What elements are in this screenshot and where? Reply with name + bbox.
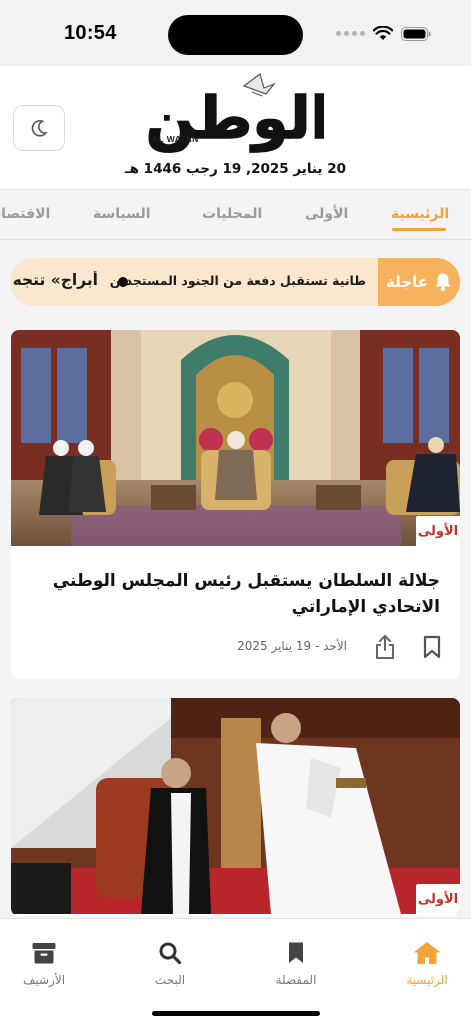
article-title[interactable]: جلالة السلطان يستقبل رئيس المجلس الوطني … — [40, 568, 440, 620]
al-watan-logo[interactable]: الوطن — [148, 72, 324, 158]
share-icon[interactable] — [374, 634, 396, 660]
dynamic-island — [168, 15, 303, 55]
bookmark-icon[interactable] — [423, 635, 441, 659]
home-indicator[interactable] — [152, 1011, 320, 1016]
archive-icon — [32, 943, 56, 964]
header-date: 20 يناير 2025, 19 رجب 1446 هـ — [124, 161, 346, 177]
article-image[interactable] — [11, 698, 460, 914]
ticker-separator — [118, 277, 128, 287]
cellular-signal-icon — [336, 31, 365, 36]
category-badge[interactable]: الأولى — [416, 516, 460, 546]
article-card[interactable]: الأولى جلالة السلطان يستقبل رئيس المجلس … — [11, 330, 460, 679]
moon-icon — [31, 119, 48, 137]
wifi-icon — [373, 26, 393, 40]
battery-icon — [401, 26, 431, 41]
breaking-headline[interactable]: طانية تستقبل دفعة من الجنود المستجدين — [110, 273, 366, 288]
status-bar: 10:54 — [0, 0, 471, 66]
nav-search[interactable]: البحث — [130, 941, 210, 987]
nav-favorites[interactable]: المفضلة — [256, 941, 336, 987]
nav-archive[interactable]: الأرشيف — [4, 941, 84, 987]
article-card[interactable]: الأولى — [11, 698, 460, 916]
tab-economy[interactable]: الاقتصاد — [0, 206, 50, 222]
active-tab-indicator — [392, 228, 446, 231]
nav-home-label: الرئيسية — [406, 973, 448, 987]
article-image[interactable] — [11, 330, 460, 546]
app-header: الوطن AL WATAN 20 يناير 2025, 19 رجب 144… — [0, 66, 471, 190]
home-icon — [414, 942, 440, 964]
status-indicators — [336, 26, 431, 41]
nav-archive-label: الأرشيف — [22, 973, 66, 987]
tab-politics[interactable]: السياسة — [93, 206, 151, 222]
article-date: الأحد - 19 يناير 2025 — [237, 639, 347, 653]
breaking-label-text: عاجلة — [386, 273, 428, 291]
category-badge[interactable]: الأولى — [416, 884, 460, 914]
tab-local[interactable]: المحليات — [202, 206, 262, 222]
bell-icon — [435, 273, 451, 292]
bookmark-icon — [289, 942, 303, 963]
tab-home[interactable]: الرئيسية — [391, 206, 449, 222]
nav-favorites-label: المفضلة — [275, 973, 317, 987]
nav-search-label: البحث — [154, 973, 186, 987]
nav-home[interactable]: الرئيسية — [387, 941, 467, 987]
breaking-news-ticker[interactable]: عاجلة طانية تستقبل دفعة من الجنود المستج… — [10, 258, 460, 306]
breaking-news-label: عاجلة — [378, 258, 460, 306]
logo-latin-text: AL WATAN — [152, 134, 199, 144]
status-time: 10:54 — [64, 22, 117, 44]
bottom-navigation: الرئيسية المفضلة البحث الأرشيف — [0, 918, 471, 1024]
category-tabs: الرئيسية الأولى المحليات السياسة الاقتصا… — [0, 190, 471, 240]
breaking-next-headline[interactable]: أبراج» تتجه — [10, 271, 98, 289]
dark-mode-toggle[interactable] — [13, 105, 65, 151]
tab-first[interactable]: الأولى — [305, 206, 348, 222]
search-icon — [159, 942, 182, 965]
